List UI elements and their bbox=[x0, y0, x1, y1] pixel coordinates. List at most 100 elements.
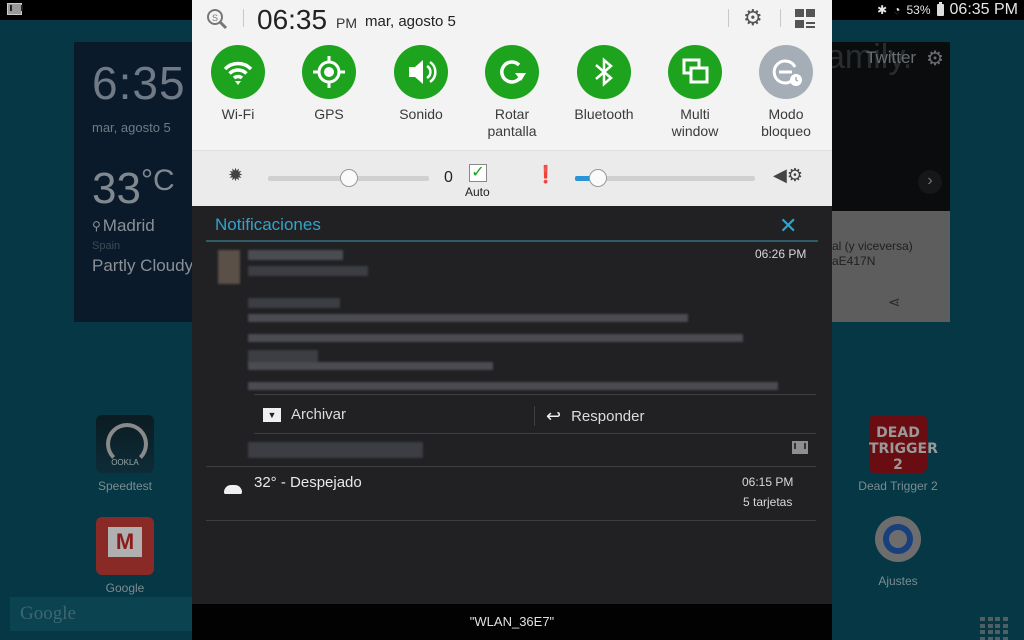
widget-temperature: 33°C bbox=[92, 164, 175, 214]
reply-icon: ↩ bbox=[546, 406, 562, 426]
toggle-label-line: Modo bbox=[768, 106, 804, 122]
toggle-label: Bluetooth bbox=[574, 106, 634, 122]
divider bbox=[254, 433, 816, 434]
app-ajustes[interactable]: Ajustes bbox=[853, 510, 943, 588]
settings-gear-icon bbox=[869, 510, 927, 568]
redacted-text bbox=[248, 298, 340, 308]
bluetooth-status-icon: ✱ bbox=[877, 3, 888, 17]
header-divider bbox=[243, 9, 244, 27]
sound-settings-icon[interactable]: ◀⚙ bbox=[773, 165, 803, 186]
widget-city: ⚲ Madrid bbox=[92, 216, 155, 236]
notification-time: 06:26 PM bbox=[755, 247, 807, 261]
redacted-text bbox=[248, 314, 688, 322]
notification-time: 06:15 PM bbox=[742, 475, 794, 489]
auto-brightness-label: Auto bbox=[465, 185, 490, 199]
toggle-sound[interactable]: Sonido bbox=[375, 42, 467, 123]
card-text-line-2: aE417N bbox=[832, 254, 876, 268]
brightness-slider[interactable] bbox=[268, 169, 429, 187]
wifi-status-icon: ◔ bbox=[893, 3, 901, 17]
app-label: Speedtest bbox=[97, 479, 153, 493]
twitter-settings-icon[interactable]: ⚙ bbox=[926, 46, 944, 71]
cloud-icon bbox=[224, 485, 242, 494]
redacted-text bbox=[248, 250, 343, 260]
toggle-gps[interactable]: GPS bbox=[283, 42, 375, 123]
brightness-slider-thumb[interactable] bbox=[339, 169, 358, 187]
card-text-line-1: al (y viceversa) bbox=[832, 239, 913, 253]
app-dead-trigger-2[interactable]: DEAD TRIGGER 2 Dead Trigger 2 bbox=[853, 415, 943, 493]
s-finder-search-icon[interactable]: S bbox=[206, 8, 228, 30]
google-search-bar[interactable]: Google bbox=[10, 597, 196, 631]
app-google[interactable]: Google bbox=[80, 517, 170, 595]
close-icon[interactable]: ✕ bbox=[779, 213, 797, 239]
redacted-text bbox=[248, 442, 423, 458]
weather-text: 32° - Despejado bbox=[254, 474, 362, 491]
multi-window-icon bbox=[668, 45, 722, 99]
wifi-icon bbox=[211, 45, 265, 99]
toggle-label: Modo bloqueo bbox=[740, 106, 832, 140]
twitter-card[interactable]: al (y viceversa) aE417N ⋖ bbox=[832, 211, 950, 322]
battery-percent: 53% bbox=[906, 3, 931, 17]
dead-trigger-icon: DEAD TRIGGER 2 bbox=[869, 415, 938, 473]
edit-quick-settings-icon[interactable] bbox=[795, 9, 817, 29]
app-drawer-icon[interactable] bbox=[980, 617, 1008, 640]
notifications-list: Notificaciones ✕ 06:26 PM ▼ Archivar ↩ R… bbox=[192, 206, 832, 604]
temperature-unit: °C bbox=[140, 164, 175, 197]
brightness-value: 0 bbox=[444, 169, 453, 186]
auto-brightness-icon: ✹ bbox=[228, 165, 244, 185]
redacted-text bbox=[248, 382, 778, 390]
reply-label: Responder bbox=[571, 408, 645, 425]
action-divider bbox=[534, 406, 535, 426]
redacted-text bbox=[248, 362, 493, 370]
status-indicators: ✱ ◔ 53% 06:35 PM bbox=[877, 1, 1018, 19]
notification-volume-slider[interactable] bbox=[575, 169, 755, 187]
clock-weather-widget[interactable]: 6:35 mar, agosto 5 33°C ⚲ Madrid Spain Pa… bbox=[74, 42, 196, 322]
toggle-label: Sonido bbox=[399, 106, 443, 122]
app-label: Dead Trigger 2 bbox=[858, 479, 938, 493]
notifications-title: Notificaciones bbox=[215, 215, 321, 234]
toggle-bluetooth[interactable]: Bluetooth bbox=[558, 42, 650, 123]
volume-slider-thumb[interactable] bbox=[589, 169, 608, 187]
notification-volume-icon: ❗ bbox=[535, 165, 557, 184]
toggle-label: Rotar pantalla bbox=[466, 106, 558, 140]
header-divider bbox=[780, 9, 781, 27]
toggle-wifi[interactable]: Wi-Fi bbox=[192, 42, 284, 123]
app-label: Google bbox=[105, 581, 145, 595]
toggle-label: Wi-Fi bbox=[221, 106, 255, 122]
widget-time: 6:35 bbox=[92, 57, 186, 109]
twitter-widget[interactable]: amily. Twitter ⚙ › al (y viceversa) aE41… bbox=[832, 42, 950, 322]
twitter-card-text: al (y viceversa) aE417N bbox=[832, 239, 913, 269]
blocking-mode-icon bbox=[759, 45, 813, 99]
header-divider bbox=[728, 9, 729, 27]
toggle-label-line: Multi bbox=[680, 106, 710, 122]
status-time: 06:35 PM bbox=[949, 1, 1018, 18]
widget-date: mar, agosto 5 bbox=[92, 120, 171, 135]
archive-icon: ▼ bbox=[263, 407, 281, 422]
toggle-multi-window[interactable]: Multi window bbox=[649, 42, 741, 140]
archive-label: Archivar bbox=[291, 406, 347, 423]
app-label: Ajustes bbox=[878, 574, 918, 588]
gmail-notification-icon bbox=[7, 3, 23, 15]
toggle-rotate-screen[interactable]: Rotar pantalla bbox=[466, 42, 558, 140]
location-pin-icon: ⚲ bbox=[92, 219, 101, 233]
toggle-label-line: bloqueo bbox=[761, 123, 811, 139]
divider bbox=[206, 520, 816, 521]
bluetooth-icon bbox=[577, 45, 631, 99]
toggle-blocking-mode[interactable]: Modo bloqueo bbox=[740, 42, 832, 140]
archive-button[interactable]: ▼ Archivar bbox=[263, 406, 346, 423]
share-icon[interactable]: ⋖ bbox=[888, 293, 901, 311]
rotate-icon bbox=[485, 45, 539, 99]
auto-brightness-checkbox[interactable]: ✓ bbox=[469, 164, 487, 182]
quick-settings: S 06:35 PM mar, agosto 5 ⚙ Wi-Fi GPS Son… bbox=[192, 0, 832, 206]
chevron-right-icon[interactable]: › bbox=[918, 170, 942, 194]
quick-settings-header: S 06:35 PM mar, agosto 5 ⚙ bbox=[192, 0, 832, 38]
carrier-label: "WLAN_36E7" bbox=[192, 604, 832, 640]
reply-button[interactable]: ↩ Responder bbox=[546, 406, 644, 427]
toggle-label-line: pantalla bbox=[487, 123, 537, 139]
app-speedtest[interactable]: OOKLA Speedtest bbox=[80, 415, 170, 493]
settings-gear-icon[interactable]: ⚙ bbox=[743, 7, 763, 29]
notifications-header-line bbox=[206, 240, 818, 242]
gps-icon bbox=[302, 45, 356, 99]
google-folder-icon bbox=[96, 517, 154, 575]
quick-toggles: Wi-Fi GPS Sonido Rotar pantalla Bluetoot… bbox=[192, 42, 832, 146]
panel-time: 06:35 bbox=[257, 4, 328, 35]
